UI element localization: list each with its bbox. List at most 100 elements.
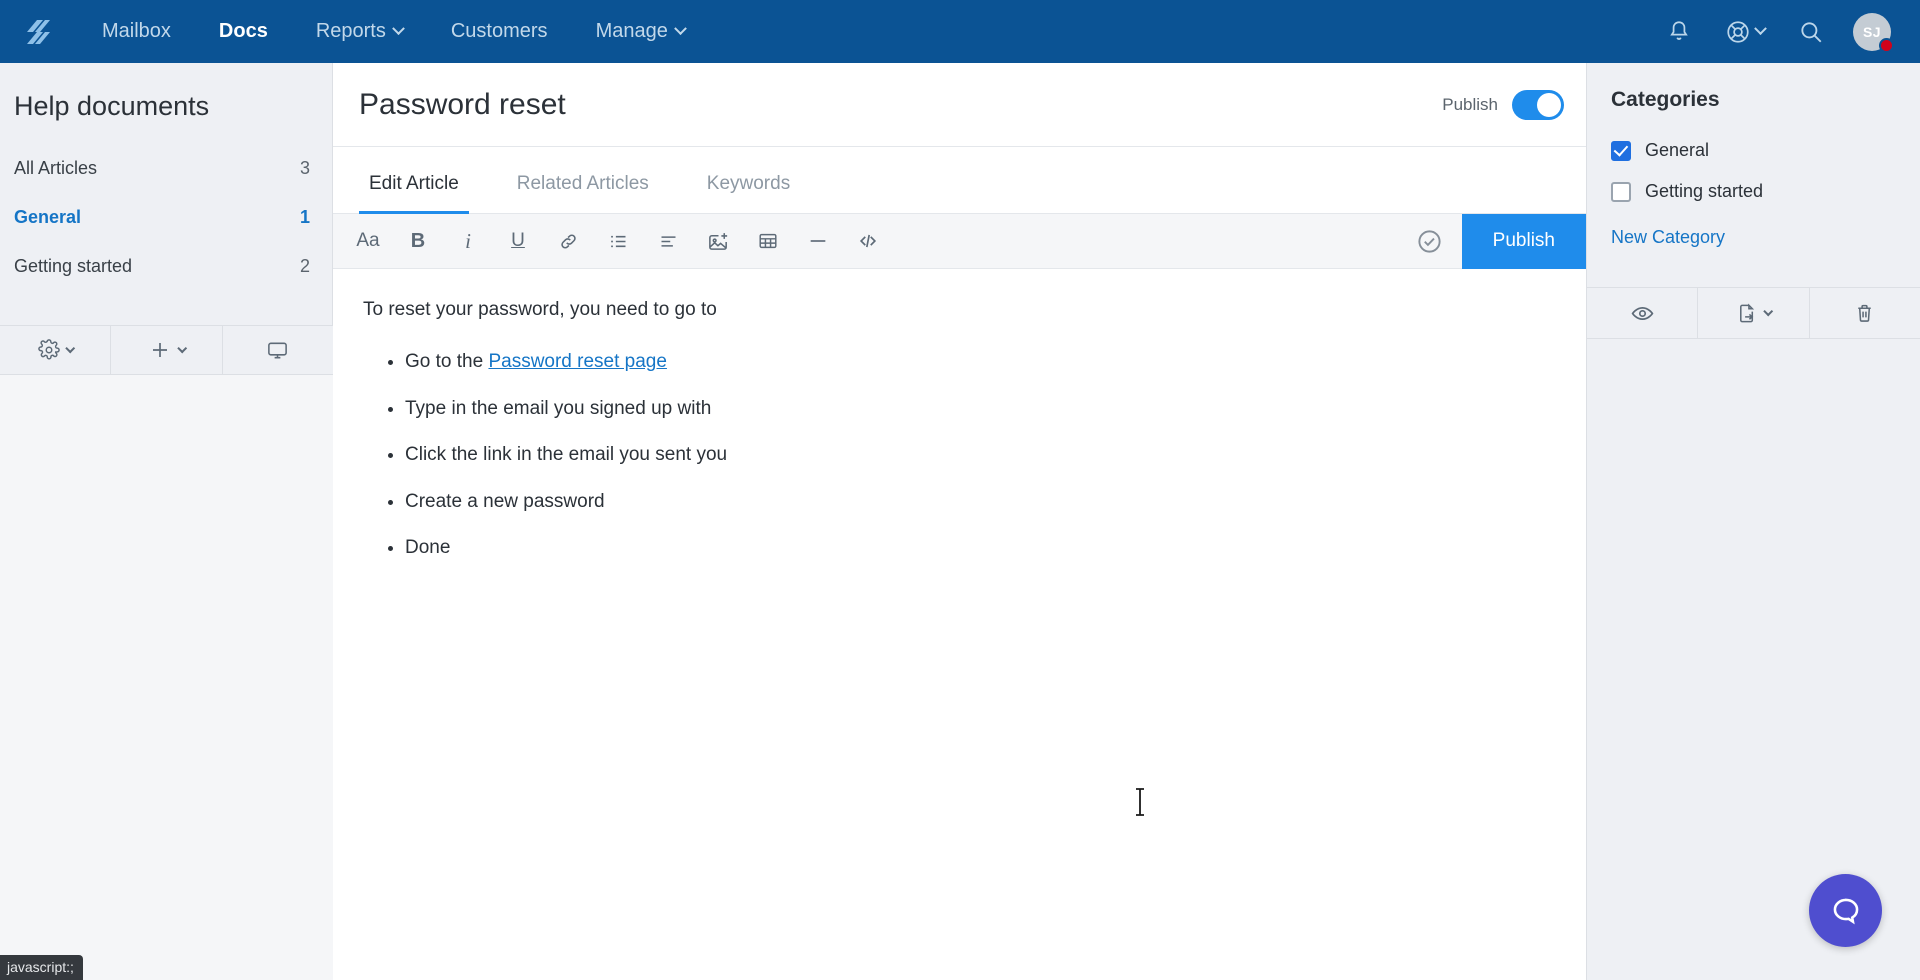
tab-edit-article[interactable]: Edit Article [359,173,469,214]
left-sidebar: Help documents All Articles 3 General 1 … [0,63,333,980]
top-navigation-bar: Mailbox Docs Reports Customers Manage SJ [0,0,1920,63]
insert-image-icon [708,232,727,250]
nav-item-label: Customers [450,20,548,42]
italic-icon: i [465,228,471,253]
tab-label: Keywords [706,173,791,194]
bold-button[interactable]: B [393,214,443,269]
editor-tabs: Edit Article Related Articles Keywords [333,147,1586,214]
sidebar-item-count: 1 [299,207,310,227]
help-beacon-button[interactable] [1809,874,1882,947]
sidebar-title: Help documents [14,91,210,121]
insert-table-button[interactable] [743,214,793,269]
publish-toggle[interactable] [1512,89,1564,120]
preview-article-button[interactable] [1587,288,1699,338]
list-item-text: Type in the email you signed up with [405,397,712,419]
article-content-editable[interactable]: To reset your password, you need to go t… [333,269,1586,980]
list-item-text: Go to the [405,351,489,373]
nav-item-docs[interactable]: Docs [195,0,292,63]
bullet-list-icon [610,235,625,247]
sidebar-item-label: Getting started [14,256,133,276]
main-body: Help documents All Articles 3 General 1 … [0,63,1920,980]
helpscout-logo[interactable] [0,0,78,63]
horizontal-rule-button[interactable] [793,214,843,269]
primary-nav-items: Mailbox Docs Reports Customers Manage [78,0,709,63]
code-block-icon [859,234,877,248]
editor-toolbar: Aa B i U Publish [333,213,1586,269]
category-row-getting-started[interactable]: Getting started [1611,171,1920,212]
sidebar-empty-area [0,375,333,980]
delete-article-button[interactable] [1810,288,1920,338]
category-checkbox-getting-started[interactable] [1611,181,1631,202]
new-category-link[interactable]: New Category [1587,212,1920,248]
password-reset-page-link[interactable]: Password reset page [488,351,667,372]
publish-button[interactable]: Publish [1461,213,1586,269]
user-avatar-button[interactable]: SJ [1844,0,1900,63]
category-label: Getting started [1645,181,1764,201]
settings-gear-icon [37,339,60,360]
editor-header: Password reset Publish [333,63,1586,147]
chevron-down-icon [177,342,188,353]
search-icon [1801,21,1822,42]
italic-button[interactable]: i [443,214,493,269]
nav-item-manage[interactable]: Manage [572,0,709,63]
underline-button[interactable]: U [493,214,543,269]
link-icon [560,233,576,249]
link-button[interactable] [543,214,593,269]
nav-item-label: Reports [315,20,386,42]
nav-right-actions: SJ [1652,0,1920,63]
move-article-icon [1740,303,1755,322]
categories-title: Categories [1611,88,1720,111]
notifications-button[interactable] [1652,0,1706,63]
nav-item-label: Manage [595,20,668,42]
saved-check-circle-icon [1418,229,1441,253]
categories-list: General Getting started [1587,112,1920,212]
publish-toggle-group: Publish [1442,89,1564,120]
categories-panel: Categories General Getting started New C… [1587,63,1920,980]
code-block-button[interactable] [843,214,893,269]
insert-table-icon [759,233,777,249]
search-button[interactable] [1784,0,1838,63]
avatar-notification-badge [1879,38,1894,53]
lifering-help-icon [1727,20,1749,43]
chevron-down-icon [391,22,405,36]
list-item: Create a new password [405,487,1556,517]
sidebar-settings-button[interactable] [0,326,112,374]
add-plus-icon [152,343,167,357]
sidebar-item-getting-started[interactable]: Getting started 2 [0,242,332,291]
font-size-button[interactable]: Aa [343,214,393,269]
nav-item-customers[interactable]: Customers [427,0,572,63]
article-bullet-list: Go to the Password reset page Type in th… [363,347,1556,563]
sidebar-item-label: All Articles [14,158,98,178]
article-actions-toolbar [1587,287,1920,339]
tab-related-articles[interactable]: Related Articles [507,173,659,213]
sidebar-item-all-articles[interactable]: All Articles 3 [0,144,332,193]
help-button[interactable] [1712,0,1778,63]
sidebar-preview-site-button[interactable] [223,326,333,374]
align-left-icon [661,235,675,247]
tab-keywords[interactable]: Keywords [697,173,800,213]
horizontal-rule-icon [810,240,826,242]
align-button[interactable] [643,214,693,269]
sidebar-item-count: 2 [299,256,310,276]
category-checkbox-general[interactable] [1611,140,1631,161]
list-item-text: Create a new password [405,490,605,512]
list-item-text: Done [405,536,451,558]
insert-image-button[interactable] [693,214,743,269]
sidebar-item-general[interactable]: General 1 [0,193,332,242]
nav-item-reports[interactable]: Reports [292,0,427,63]
sidebar-item-label: General [14,207,82,227]
category-row-general[interactable]: General [1611,130,1920,171]
list-item: Done [405,533,1556,563]
trash-delete-icon [1858,304,1872,322]
category-label: General [1645,140,1710,160]
bullet-list-button[interactable] [593,214,643,269]
sidebar-add-button[interactable] [111,326,223,374]
save-status-indicator[interactable] [1398,214,1462,269]
bold-icon: B [410,229,426,252]
sidebar-nav-list: All Articles 3 General 1 Getting started… [0,144,332,291]
chevron-down-icon [1763,305,1774,316]
move-article-button[interactable] [1698,288,1810,338]
chevron-down-icon [1754,22,1767,36]
sidebar-toolbar [0,325,333,375]
nav-item-mailbox[interactable]: Mailbox [78,0,195,63]
